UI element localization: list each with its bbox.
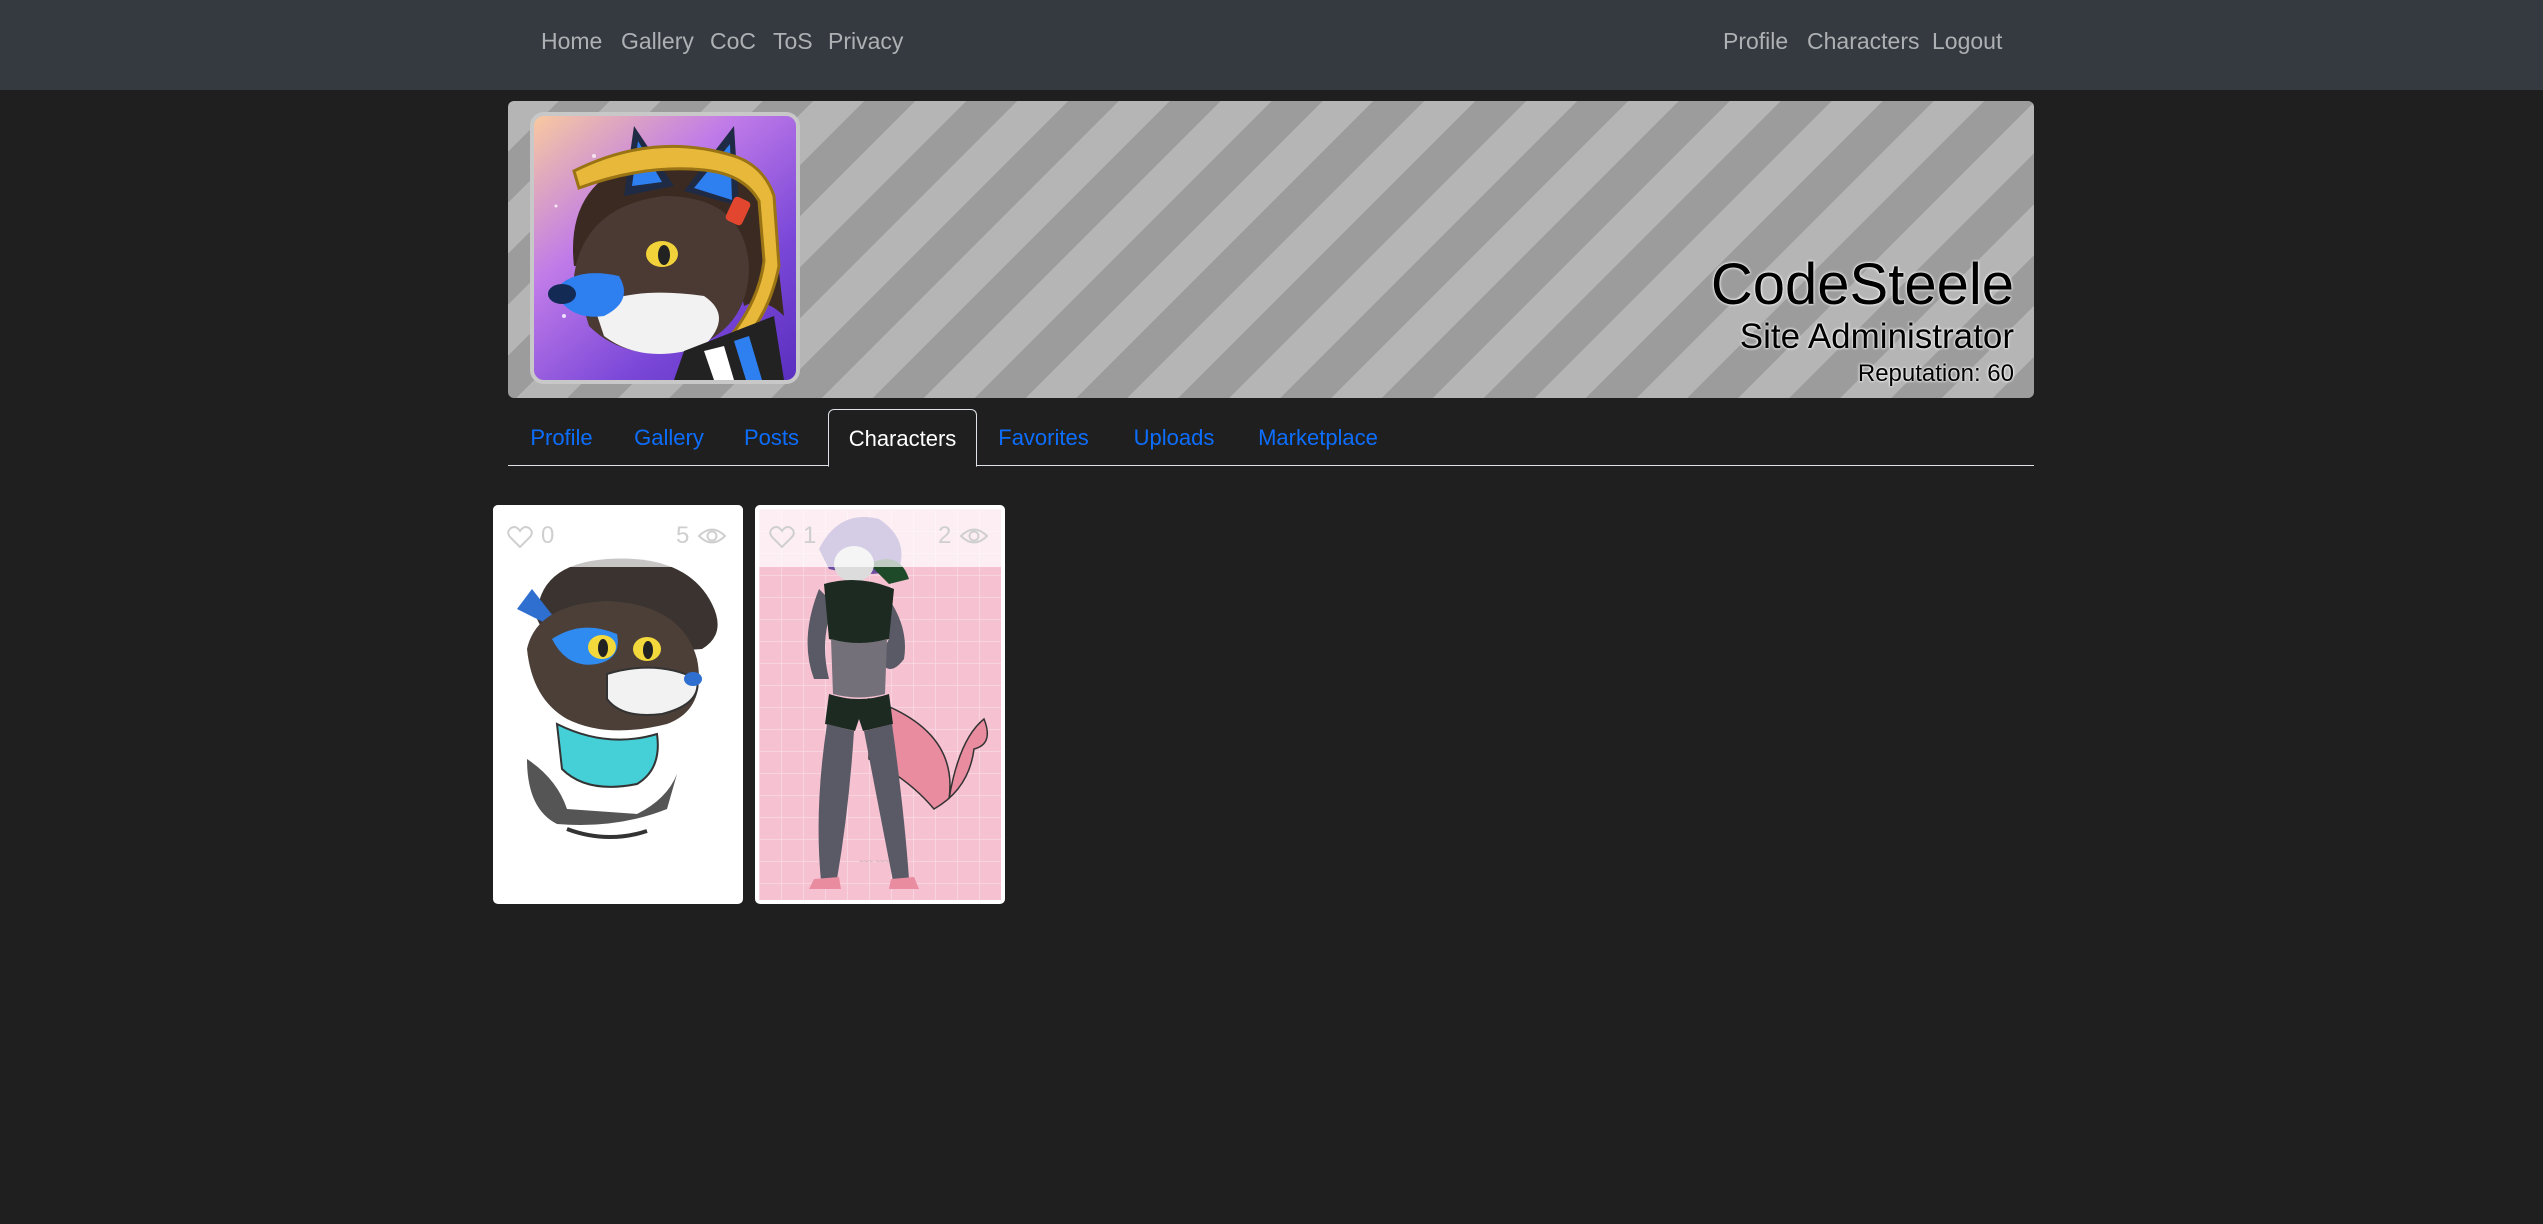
tab-gallery[interactable]: Gallery xyxy=(615,409,723,466)
tab-favorites[interactable]: Favorites xyxy=(977,409,1110,466)
tab-posts[interactable]: Posts xyxy=(723,409,820,466)
svg-text:~~~ ~~~: ~~~ ~~~ xyxy=(859,857,890,866)
character-image xyxy=(497,509,739,900)
top-navbar: Home Gallery CoC ToS Privacy Profile Cha… xyxy=(0,0,2543,90)
tab-characters[interactable]: Characters xyxy=(828,409,977,467)
eye-icon xyxy=(697,528,727,544)
avatar-illustration xyxy=(548,126,784,380)
nav-profile-link[interactable]: Profile xyxy=(1723,26,1788,56)
tab-profile[interactable]: Profile xyxy=(508,409,615,466)
character-card[interactable]: ~~~ ~~~ 1 2 xyxy=(755,505,1005,904)
profile-tabs: Profile Gallery Posts Characters Favorit… xyxy=(508,409,2034,467)
nav-logout-link[interactable]: Logout xyxy=(1932,26,2002,56)
profile-username: CodeSteele xyxy=(1710,252,2014,317)
profile-reputation: Reputation: 60 xyxy=(1857,360,2014,387)
card-likes-count: 0 xyxy=(541,522,555,549)
profile-role: Site Administrator xyxy=(1739,317,2014,356)
nav-gallery-link[interactable]: Gallery xyxy=(621,26,694,56)
profile-banner: CodeSteele Site Administrator Reputation… xyxy=(508,101,2034,398)
eye-icon xyxy=(959,528,989,544)
tab-marketplace[interactable]: Marketplace xyxy=(1238,409,1398,466)
heart-icon[interactable] xyxy=(507,525,533,549)
character-card[interactable]: 0 5 xyxy=(493,505,743,904)
heart-icon[interactable] xyxy=(769,525,795,549)
card-views-count: 2 xyxy=(938,522,952,549)
nav-home-link[interactable]: Home xyxy=(541,26,602,56)
nav-tos-link[interactable]: ToS xyxy=(773,26,813,56)
card-likes-count: 1 xyxy=(803,522,817,549)
character-image: ~~~ ~~~ xyxy=(759,509,1001,900)
nav-privacy-link[interactable]: Privacy xyxy=(828,26,903,56)
card-views-count: 5 xyxy=(676,522,690,549)
avatar[interactable] xyxy=(530,112,800,384)
nav-characters-link[interactable]: Characters xyxy=(1807,26,1919,56)
tab-uploads[interactable]: Uploads xyxy=(1110,409,1238,466)
nav-coc-link[interactable]: CoC xyxy=(710,26,756,56)
